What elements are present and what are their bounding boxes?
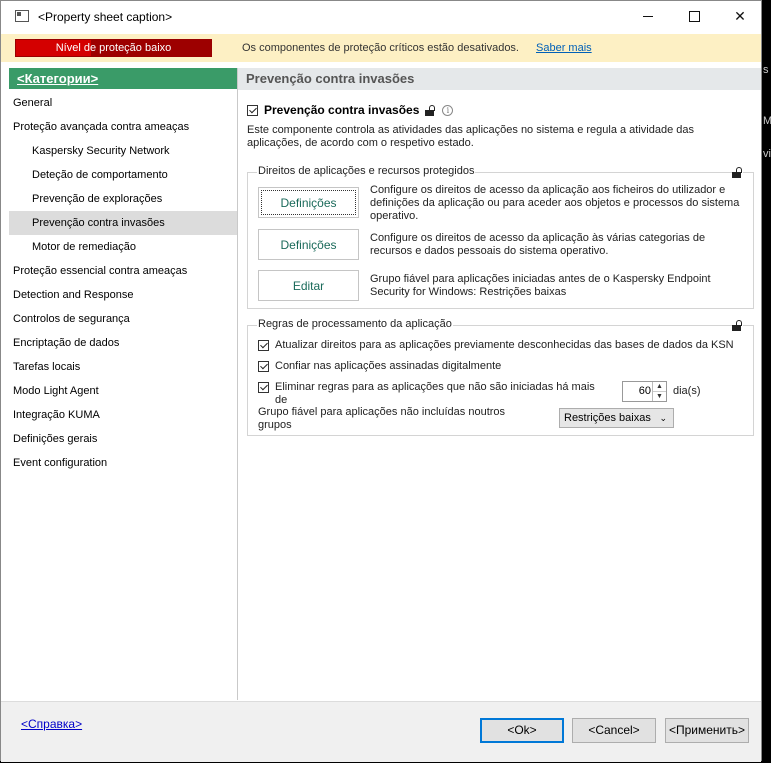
resource-rights-description: Configure os direitos de acesso da aplic… (370, 232, 706, 257)
protection-level-label: Nível de proteção baixo (55, 42, 172, 54)
categories-list: General Proteção avançada contra ameaças K… (9, 89, 237, 475)
trust-signed-label: Confiar nas aplicações assinadas digital… (275, 360, 502, 372)
rights-group: Direitos de aplicações e recursos proteg… (247, 165, 754, 309)
stepper-down-icon[interactable]: ▼ (653, 392, 666, 401)
feature-description: Este componente controla as atividades d… (247, 124, 694, 149)
sidebar-item[interactable]: Definições gerais (9, 427, 237, 451)
sidebar-item[interactable]: Motor de remediação (9, 235, 237, 259)
processing-group-lock-icon[interactable] (732, 320, 743, 331)
sidebar-item[interactable]: General (9, 91, 237, 115)
resource-rights-settings-button[interactable]: Definições (258, 229, 359, 260)
processing-group-title: Regras de processamento da aplicação (257, 318, 453, 330)
update-rights-checkbox[interactable] (258, 340, 269, 351)
maximize-icon (688, 11, 700, 22)
sidebar-item[interactable]: Detection and Response (9, 283, 237, 307)
sidebar-item[interactable]: Proteção essencial contra ameaças (9, 259, 237, 283)
apply-button[interactable]: <Применить> (665, 718, 749, 743)
days-unit-label: dia(s) (673, 385, 701, 397)
minimize-button[interactable] (625, 1, 671, 32)
file-rights-description: Configure os direitos de acesso da aplic… (370, 184, 740, 222)
ok-button[interactable]: <Ok> (480, 718, 564, 743)
chevron-down-icon: ⌄ (659, 413, 667, 423)
title-bar: <Property sheet caption> ✕ (1, 1, 761, 33)
sidebar-item[interactable]: Prevenção de explorações (9, 187, 237, 211)
maximize-button[interactable] (671, 1, 717, 32)
help-link[interactable]: <Справка> (21, 717, 82, 731)
sidebar-item[interactable]: Event configuration (9, 451, 237, 475)
close-button[interactable]: ✕ (717, 1, 763, 32)
background-window-edge: s Ma vi (763, 40, 771, 720)
learn-more-link[interactable]: Saber mais (536, 42, 592, 54)
rights-group-lock-icon[interactable] (732, 167, 743, 178)
dialog-footer: <Справка> <Ok> <Cancel> <Применить> (1, 701, 761, 762)
sidebar-item[interactable]: Proteção avançada contra ameaças (9, 115, 237, 139)
update-rights-row: Atualizar direitos para as aplicações pr… (258, 339, 734, 351)
rights-row: Definições (258, 187, 359, 218)
background-fragment: s (763, 64, 769, 76)
property-sheet-window: <Property sheet caption> ✕ Nível de prot… (0, 0, 762, 762)
rights-row: Editar (258, 270, 359, 301)
lock-icon[interactable] (425, 104, 436, 116)
warning-message: Os componentes de proteção críticos estã… (242, 42, 519, 54)
sidebar-item[interactable]: Encriptação de dados (9, 331, 237, 355)
trusted-group-selected: Restrições baixas (564, 412, 651, 424)
trust-signed-row: Confiar nas aplicações assinadas digital… (258, 360, 501, 372)
background-fragment: Ma (763, 115, 771, 127)
feature-title: Prevenção contra invasões (264, 103, 420, 117)
sidebar-item[interactable]: Modo Light Agent (9, 379, 237, 403)
rights-row: Definições (258, 229, 359, 260)
background-fragment: vi (763, 148, 771, 160)
close-icon: ✕ (734, 8, 746, 24)
settings-panel: Prevenção contra invasões Prevenção cont… (238, 68, 761, 700)
stepper-up-icon[interactable]: ▲ (653, 382, 666, 392)
feature-enable-checkbox[interactable] (247, 104, 258, 116)
days-stepper[interactable]: 60 ▲ ▼ (622, 381, 667, 402)
trust-signed-checkbox[interactable] (258, 361, 269, 372)
window-app-icon (15, 10, 29, 22)
sidebar-item[interactable]: Integração KUMA (9, 403, 237, 427)
protection-warning-bar: Nível de proteção baixo Os componentes d… (1, 34, 761, 62)
window-title: <Property sheet caption> (38, 10, 173, 24)
info-icon[interactable]: i (442, 104, 454, 116)
file-rights-settings-button[interactable]: Definições (258, 187, 359, 218)
trusted-group-label: Grupo fiável para aplicações não incluíd… (258, 406, 506, 431)
minimize-icon (643, 16, 653, 17)
delete-rules-checkbox[interactable] (258, 382, 269, 393)
categories-heading[interactable]: <Категории> (9, 68, 237, 89)
delete-rules-label: Eliminar regras para as aplicações que n… (275, 381, 595, 406)
sidebar-item[interactable]: Kaspersky Security Network (9, 139, 237, 163)
feature-toggle-row: Prevenção contra invasões i (247, 102, 454, 118)
rights-group-title: Direitos de aplicações e recursos proteg… (257, 165, 476, 177)
protection-level-badge: Nível de proteção baixo (15, 39, 212, 57)
panel-heading: Prevenção contra invasões (238, 68, 761, 90)
sidebar-item[interactable]: Controlos de segurança (9, 307, 237, 331)
edit-trusted-group-button[interactable]: Editar (258, 270, 359, 301)
sidebar-item[interactable]: Deteção de comportamento (9, 163, 237, 187)
trusted-group-select[interactable]: Restrições baixas ⌄ (559, 408, 674, 428)
delete-rules-row: Eliminar regras para as aplicações que n… (258, 381, 608, 407)
sidebar-item[interactable]: Tarefas locais (9, 355, 237, 379)
update-rights-label: Atualizar direitos para as aplicações pr… (275, 339, 734, 351)
sidebar-item[interactable]: Prevenção contra invasões (9, 211, 237, 235)
days-value[interactable]: 60 (625, 385, 651, 397)
categories-sidebar: <Категории> General Proteção avançada con… (9, 68, 238, 700)
cancel-button[interactable]: <Cancel> (572, 718, 656, 743)
processing-rules-group: Regras de processamento da aplicação Atu… (247, 318, 754, 436)
trusted-group-description: Grupo fiável para aplicações iniciadas a… (370, 273, 711, 298)
